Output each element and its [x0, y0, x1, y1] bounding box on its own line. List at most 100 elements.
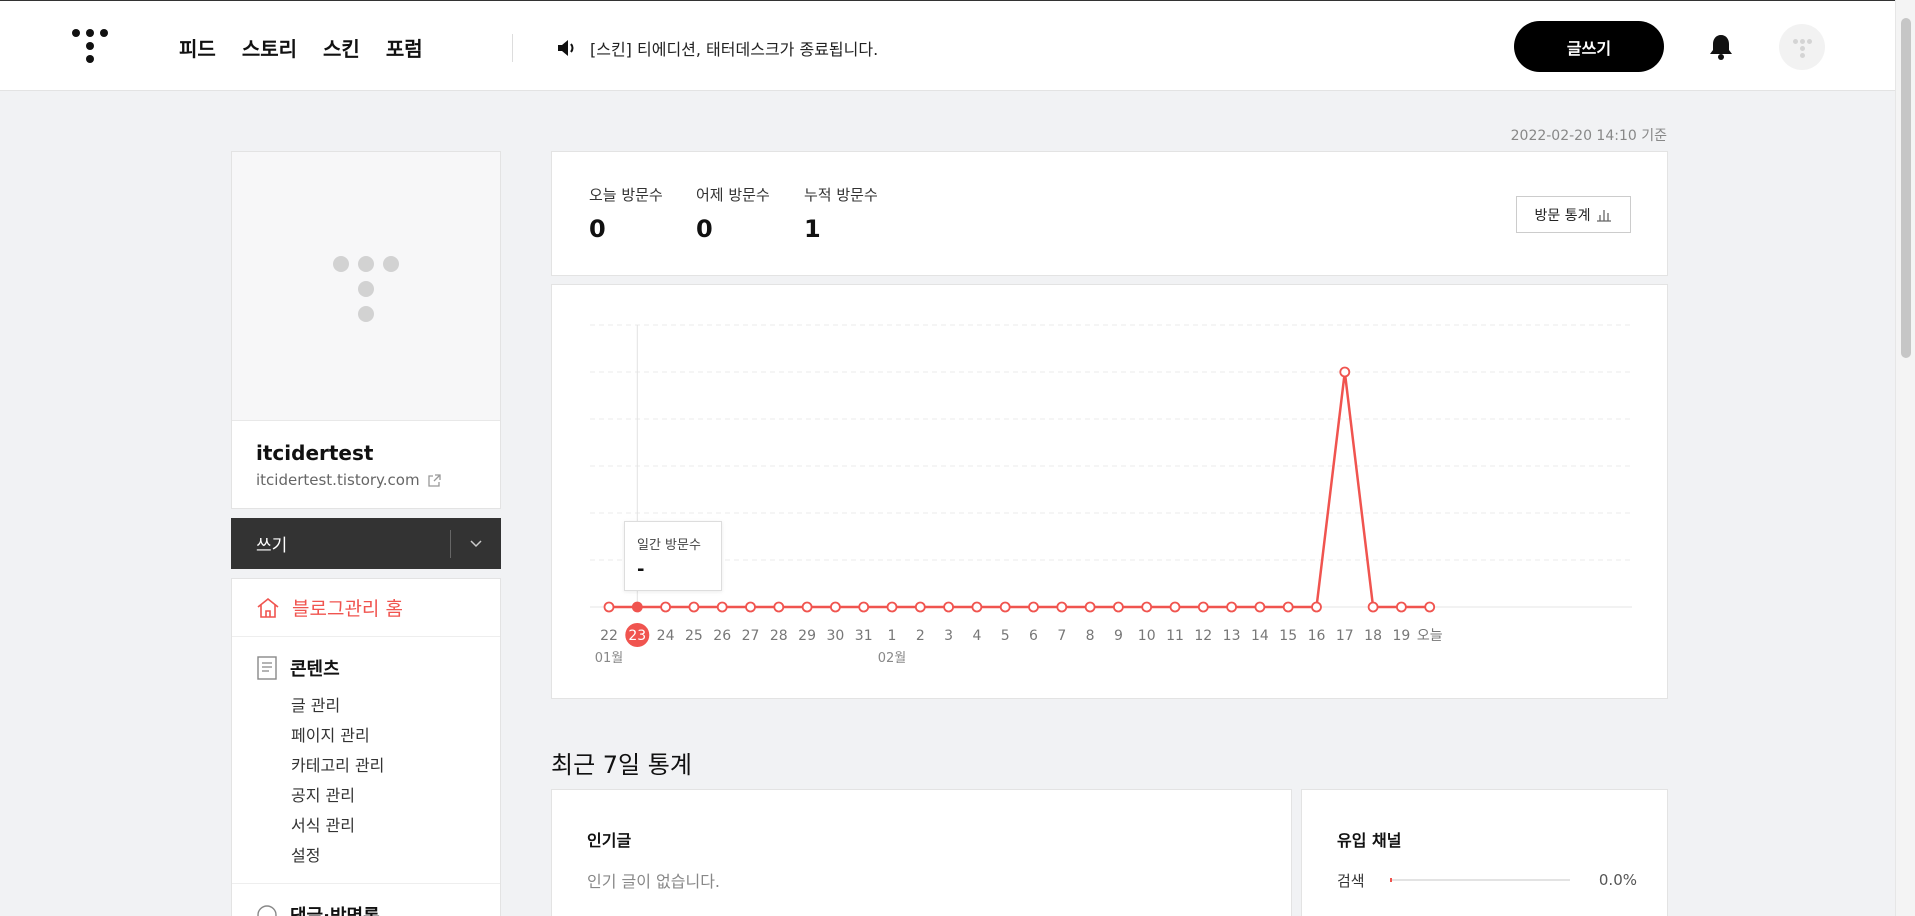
nav-story[interactable]: 스토리 [242, 33, 297, 62]
profile-card: itcidertest itcidertest.tistory.com [231, 151, 501, 509]
chart-point [914, 601, 926, 613]
chart-point [1367, 601, 1379, 613]
chart-x-tick-label: 4 [972, 628, 981, 644]
chart-point [1396, 601, 1407, 613]
chart-point [1254, 601, 1266, 613]
chart-point [1084, 601, 1096, 613]
chart-x-tick-label: 12 [1194, 628, 1212, 644]
popular-empty: 인기 글이 없습니다. [587, 872, 721, 891]
chart-x-tick-label: 9 [1114, 628, 1123, 644]
tistory-logo[interactable] [72, 29, 108, 65]
chart-point [1141, 601, 1153, 613]
chart-x-tick-label: 3 [944, 628, 953, 644]
chart-point [1169, 601, 1181, 613]
chart-point [971, 601, 983, 613]
nav-feed[interactable]: 피드 [179, 33, 216, 62]
daily-visits-chart-card: 22 23 24 25 26 27 28 29 30 31 1 2 3 4 5 6 7 8 9 10 11 12 13 14 1… [551, 284, 1668, 699]
inflow-channel-card: 유입 채널 검색 0.0% [1301, 789, 1668, 916]
stats-basis-time: 2022-02-20 14:10 기준 [1510, 128, 1667, 144]
menu-contents-title: 콘텐츠 [290, 659, 340, 680]
chart-x-tick-label: 6 [1029, 628, 1038, 644]
chart-point [943, 601, 955, 613]
menu-item-templates[interactable]: 서식 관리 [256, 811, 500, 841]
chart-x-tick-label: 5 [1001, 628, 1010, 644]
write-button[interactable]: 쓰기 [231, 531, 450, 556]
stat-yesterday: 어제 방문수 0 [696, 184, 770, 243]
chart-x-tick-label: 29 [798, 628, 816, 644]
nav-forum[interactable]: 포럼 [386, 33, 423, 62]
menu-item-notices[interactable]: 공지 관리 [256, 781, 500, 811]
channel-bar-fill [1390, 878, 1392, 882]
top-bar: 피드 스토리 스킨 포럼 [스킨] 티에디션, 태터데스크가 종료됩니다. 글쓰… [0, 0, 1895, 91]
menu-blog-home[interactable]: 블로그관리 홈 [232, 579, 500, 637]
chart-point [1282, 601, 1294, 613]
chart-point [886, 601, 898, 613]
external-link-icon [427, 473, 441, 487]
chart-point [829, 601, 841, 613]
admin-menu: 블로그관리 홈 콘텐츠 글 관리 페이지 관리 카테고리 관리 공지 관리 서식… [231, 578, 501, 916]
chart-point [716, 601, 728, 613]
stat-today: 오늘 방문수 0 [589, 184, 663, 243]
chart-point [603, 601, 615, 613]
blog-name: itcidertest [256, 441, 374, 465]
stat-yesterday-value: 0 [696, 215, 713, 243]
menu-item-pages[interactable]: 페이지 관리 [256, 721, 500, 751]
blog-profile-image[interactable] [232, 152, 500, 421]
chart-x-tick-label: 30 [826, 628, 844, 644]
chart-x-tick-label: 11 [1166, 628, 1184, 644]
chart-x-tick-label: 8 [1086, 628, 1095, 644]
nav-skin[interactable]: 스킨 [323, 33, 360, 62]
speaker-icon [558, 40, 574, 56]
chart-month-label: 02월 [878, 651, 907, 666]
chart-point [1113, 601, 1124, 613]
chart-x-tick-label: 25 [685, 628, 703, 644]
channel-row: 검색 0.0% [1337, 870, 1637, 890]
chevron-down-icon [470, 539, 482, 547]
blog-url: itcidertest.tistory.com [256, 471, 420, 489]
chart-x-tick-label: 10 [1138, 628, 1156, 644]
stat-total: 누적 방문수 1 [804, 184, 878, 243]
write-post-button[interactable]: 글쓰기 [1514, 21, 1664, 72]
tooltip-value: - [637, 559, 645, 580]
blog-url-link[interactable]: itcidertest.tistory.com [256, 471, 441, 489]
bar-chart-icon [1597, 209, 1612, 222]
menu-comments-title: 댓글·방명록 [290, 902, 380, 916]
menu-item-posts[interactable]: 글 관리 [256, 691, 500, 721]
channel-name: 검색 [1337, 871, 1365, 890]
chart-x-tick-label: 19 [1392, 628, 1410, 644]
chart-x-tick-label: 31 [855, 628, 873, 644]
chart-x-tick-label: 14 [1251, 628, 1269, 644]
scrollbar[interactable] [1895, 0, 1915, 916]
stat-total-label: 누적 방문수 [804, 186, 878, 204]
notice-text: [스킨] 티에디션, 태터데스크가 종료됩니다. [590, 40, 879, 59]
chart-x-tick-label: 23 [628, 628, 646, 644]
scrollbar-thumb[interactable] [1901, 18, 1911, 358]
visit-stats-button[interactable]: 방문 통계 [1516, 196, 1631, 233]
bell-icon[interactable] [1708, 33, 1734, 61]
menu-comments-head[interactable]: 댓글·방명록 [232, 883, 500, 916]
comment-icon [257, 905, 277, 916]
channel-percent: 0.0% [1598, 871, 1637, 889]
chart-x-tick-label: 26 [713, 628, 731, 644]
chart-point [1424, 601, 1436, 613]
chart-x-tick-label: 17 [1336, 628, 1354, 644]
main-nav: 피드 스토리 스킨 포럼 [179, 33, 423, 62]
chart-point [1226, 601, 1237, 613]
menu-item-settings[interactable]: 설정 [256, 841, 500, 871]
notice[interactable]: [스킨] 티에디션, 태터데스크가 종료됩니다. [556, 36, 878, 60]
menu-item-categories[interactable]: 카테고리 관리 [256, 751, 500, 781]
chart-x-tick-label: 13 [1223, 628, 1241, 644]
recent-7days-title: 최근 7일 통계 [551, 751, 692, 779]
stat-total-value: 1 [804, 215, 821, 243]
menu-home-label: 블로그관리 홈 [292, 598, 403, 620]
chart-point [1028, 601, 1039, 613]
write-options-button[interactable] [451, 539, 501, 548]
user-avatar[interactable] [1779, 24, 1825, 70]
chart-x-tick-label: 24 [657, 628, 675, 644]
stat-today-label: 오늘 방문수 [589, 186, 663, 204]
tooltip-title: 일간 방문수 [637, 538, 701, 553]
chart-month-label: 01월 [595, 651, 624, 666]
channel-title: 유입 채널 [1337, 831, 1402, 850]
menu-contents-head[interactable]: 콘텐츠 [256, 655, 500, 681]
popular-title: 인기글 [587, 831, 632, 850]
